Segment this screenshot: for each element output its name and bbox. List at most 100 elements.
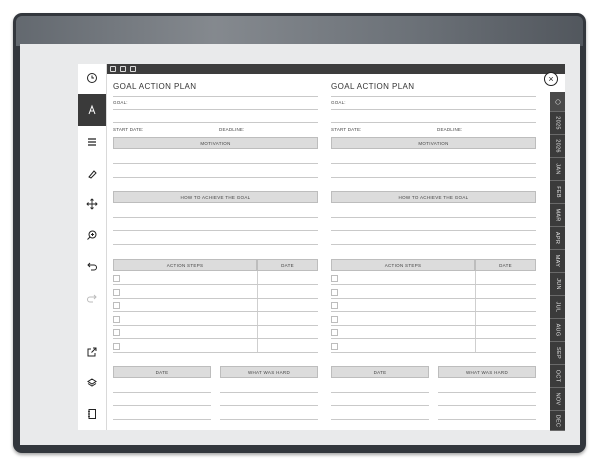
- tab-may[interactable]: MAY: [550, 250, 565, 273]
- rule: [331, 230, 536, 231]
- rule: [220, 392, 318, 393]
- zoom-icon[interactable]: [78, 223, 106, 247]
- rule: [113, 311, 318, 312]
- rule: [113, 122, 318, 123]
- rule: [331, 405, 429, 406]
- share-icon[interactable]: [78, 340, 106, 364]
- undo-icon[interactable]: [78, 254, 106, 278]
- tab-label: SEP: [554, 347, 561, 359]
- rule: [331, 392, 429, 393]
- redo-icon[interactable]: [78, 286, 106, 310]
- close-button[interactable]: ×: [544, 72, 558, 86]
- tab-nov[interactable]: NOV: [550, 388, 565, 411]
- rule: [113, 405, 211, 406]
- action-steps-header: ACTION STEPS: [113, 259, 257, 271]
- tab-oct[interactable]: OCT: [550, 365, 565, 388]
- rule: [331, 177, 536, 178]
- rule: [331, 419, 429, 420]
- rule: [113, 338, 318, 339]
- deadline-label: DEADLINE:: [219, 127, 245, 132]
- tab-label: JUN: [554, 278, 561, 290]
- rule: [113, 298, 318, 299]
- page-title: GOAL ACTION PLAN: [113, 82, 197, 91]
- tab-label: JAN: [554, 163, 561, 175]
- step-checkbox[interactable]: [113, 343, 120, 350]
- rule: [113, 419, 211, 420]
- step-checkbox[interactable]: [331, 275, 338, 282]
- what-was-hard-header: WHAT WAS HARD: [220, 366, 318, 378]
- rule: [438, 405, 536, 406]
- tab-2025[interactable]: 2025: [550, 112, 565, 135]
- tab-label: APR: [554, 231, 561, 245]
- goal-plan-right: GOAL ACTION PLAN GOAL: START DATE: DEADL…: [331, 74, 536, 430]
- tab-label: FEB: [554, 186, 561, 198]
- date-header: DATE: [475, 259, 536, 271]
- step-checkbox[interactable]: [113, 302, 120, 309]
- tab-jun[interactable]: JUN: [550, 273, 565, 296]
- rule: [331, 96, 536, 97]
- rule: [113, 352, 318, 353]
- pen-icon[interactable]: [78, 94, 106, 126]
- step-checkbox[interactable]: [331, 329, 338, 336]
- move-icon[interactable]: [78, 192, 106, 216]
- tab-label: OCT: [554, 369, 561, 383]
- rule: [331, 325, 536, 326]
- rule: [438, 392, 536, 393]
- tab-feb[interactable]: FEB: [550, 181, 565, 204]
- tab-dec[interactable]: DEC: [550, 411, 565, 431]
- rule: [113, 284, 318, 285]
- step-checkbox[interactable]: [331, 289, 338, 296]
- tab-label: 2026: [554, 139, 561, 153]
- tab-home[interactable]: [550, 92, 565, 112]
- step-checkbox[interactable]: [113, 316, 120, 323]
- tab-label: JUL: [554, 301, 561, 313]
- step-checkbox[interactable]: [331, 343, 338, 350]
- tab-label: 2025: [554, 116, 561, 130]
- notebook-icon[interactable]: [78, 402, 106, 426]
- close-icon: ×: [548, 73, 554, 84]
- tab-aug[interactable]: AUG: [550, 319, 565, 342]
- left-toolbar: [78, 64, 107, 430]
- tab-mar[interactable]: MAR: [550, 204, 565, 227]
- rule: [113, 96, 318, 97]
- action-steps-header: ACTION STEPS: [331, 259, 475, 271]
- rule: [220, 405, 318, 406]
- goal-plan-left: GOAL ACTION PLAN GOAL: START DATE: DEADL…: [113, 74, 318, 430]
- home-icon[interactable]: [110, 66, 116, 72]
- motivation-header: MOTIVATION: [331, 137, 536, 149]
- eraser-icon[interactable]: [78, 162, 106, 186]
- step-checkbox[interactable]: [113, 289, 120, 296]
- rule: [331, 109, 536, 110]
- tab-label: AUG: [554, 323, 561, 337]
- rule: [331, 311, 536, 312]
- step-checkbox[interactable]: [331, 302, 338, 309]
- step-checkbox[interactable]: [113, 275, 120, 282]
- page-title: GOAL ACTION PLAN: [331, 82, 415, 91]
- how-header: HOW TO ACHIEVE THE GOAL: [113, 191, 318, 203]
- tab-jan[interactable]: JAN: [550, 158, 565, 181]
- tab-2026[interactable]: 2026: [550, 135, 565, 158]
- tab-label: NOV: [554, 392, 561, 406]
- layers-icon[interactable]: [78, 371, 106, 395]
- rule: [113, 325, 318, 326]
- page-icon[interactable]: [130, 66, 136, 72]
- bezel-highlight: [16, 16, 583, 46]
- tab-label: MAR: [554, 208, 561, 222]
- rule: [438, 419, 536, 420]
- motivation-header: MOTIVATION: [113, 137, 318, 149]
- tab-jul[interactable]: JUL: [550, 296, 565, 319]
- tab-apr[interactable]: APR: [550, 227, 565, 250]
- clock-icon[interactable]: [78, 66, 106, 90]
- goal-label: GOAL:: [113, 100, 128, 105]
- step-checkbox[interactable]: [113, 329, 120, 336]
- goal-label: GOAL:: [331, 100, 346, 105]
- edit-icon[interactable]: [120, 66, 126, 72]
- rule: [331, 284, 536, 285]
- tab-sep[interactable]: SEP: [550, 342, 565, 365]
- how-header: HOW TO ACHIEVE THE GOAL: [331, 191, 536, 203]
- menu-lines-icon[interactable]: [78, 130, 106, 154]
- rule: [331, 352, 536, 353]
- step-checkbox[interactable]: [331, 316, 338, 323]
- rule: [331, 338, 536, 339]
- rule: [113, 163, 318, 164]
